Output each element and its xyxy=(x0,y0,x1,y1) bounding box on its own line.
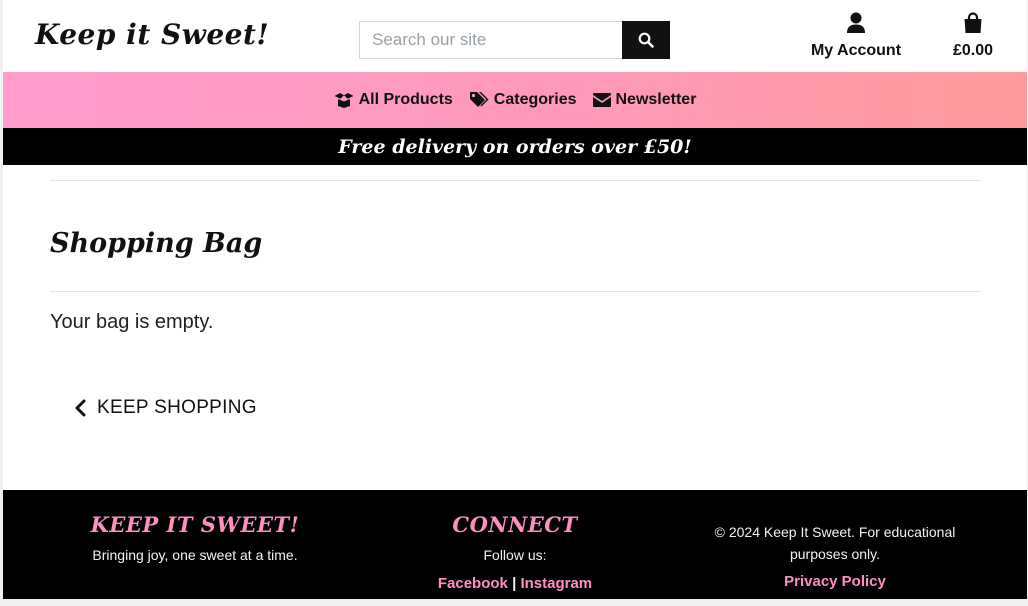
search-input[interactable] xyxy=(359,21,622,59)
site-logo[interactable]: Keep it Sweet! xyxy=(35,18,269,51)
envelope-icon xyxy=(592,93,611,107)
footer-legal: © 2024 Keep It Sweet. For educational pu… xyxy=(675,490,995,590)
facebook-link[interactable]: Facebook xyxy=(438,575,508,592)
footer-copyright: © 2024 Keep It Sweet. For educational pu… xyxy=(714,524,956,562)
chevron-left-icon xyxy=(75,399,86,417)
social-links: Facebook | Instagram xyxy=(355,575,675,592)
footer-connect: CONNECT Follow us: Facebook | Instagram xyxy=(355,490,675,592)
promo-banner: Free delivery on orders over £50! xyxy=(3,128,1027,165)
shopping-bag-link[interactable]: £0.00 xyxy=(943,12,1003,60)
nav-item-all-products[interactable]: All Products xyxy=(334,91,453,109)
site-header: Keep it Sweet! My Account £0.00 xyxy=(3,0,1027,72)
privacy-policy-link[interactable]: Privacy Policy xyxy=(675,573,995,590)
divider xyxy=(50,180,981,181)
nav-item-categories[interactable]: Categories xyxy=(469,91,577,109)
search-form xyxy=(359,21,670,59)
my-account-label: My Account xyxy=(810,42,902,59)
divider xyxy=(50,291,981,292)
nav-label: Categories xyxy=(493,91,577,108)
bag-total: £0.00 xyxy=(952,42,994,59)
search-icon xyxy=(638,32,654,48)
page-frame: Keep it Sweet! My Account £0.00 xyxy=(3,0,1027,599)
nav-label: All Products xyxy=(358,91,453,108)
page-title: Shopping Bag xyxy=(50,228,263,259)
keep-shopping-label: KEEP SHOPPING xyxy=(97,397,257,418)
promo-text: Free delivery on orders over £50! xyxy=(338,135,692,158)
site-footer: KEEP IT SWEET! Bringing joy, one sweet a… xyxy=(3,490,1027,599)
link-separator: | xyxy=(512,575,517,592)
box-open-icon xyxy=(334,93,354,108)
nav-label: Newsletter xyxy=(615,91,697,108)
keep-shopping-button[interactable]: KEEP SHOPPING xyxy=(73,397,257,419)
shopping-bag-icon xyxy=(964,12,982,33)
footer-brand-heading: KEEP IT SWEET! xyxy=(90,512,300,537)
user-icon xyxy=(847,12,865,33)
tags-icon xyxy=(469,92,489,107)
footer-tagline: Bringing joy, one sweet at a time. xyxy=(92,547,298,563)
search-button[interactable] xyxy=(622,21,670,59)
nav-item-newsletter[interactable]: Newsletter xyxy=(592,91,697,109)
footer-brand: KEEP IT SWEET! Bringing joy, one sweet a… xyxy=(35,490,355,563)
empty-bag-message: Your bag is empty. xyxy=(50,311,214,333)
footer-follow-label: Follow us: xyxy=(483,547,547,563)
footer-connect-heading: CONNECT xyxy=(452,512,578,537)
main-nav: All Products Categories Newsletter xyxy=(3,72,1027,128)
instagram-link[interactable]: Instagram xyxy=(520,575,592,592)
my-account-link[interactable]: My Account xyxy=(803,12,909,60)
